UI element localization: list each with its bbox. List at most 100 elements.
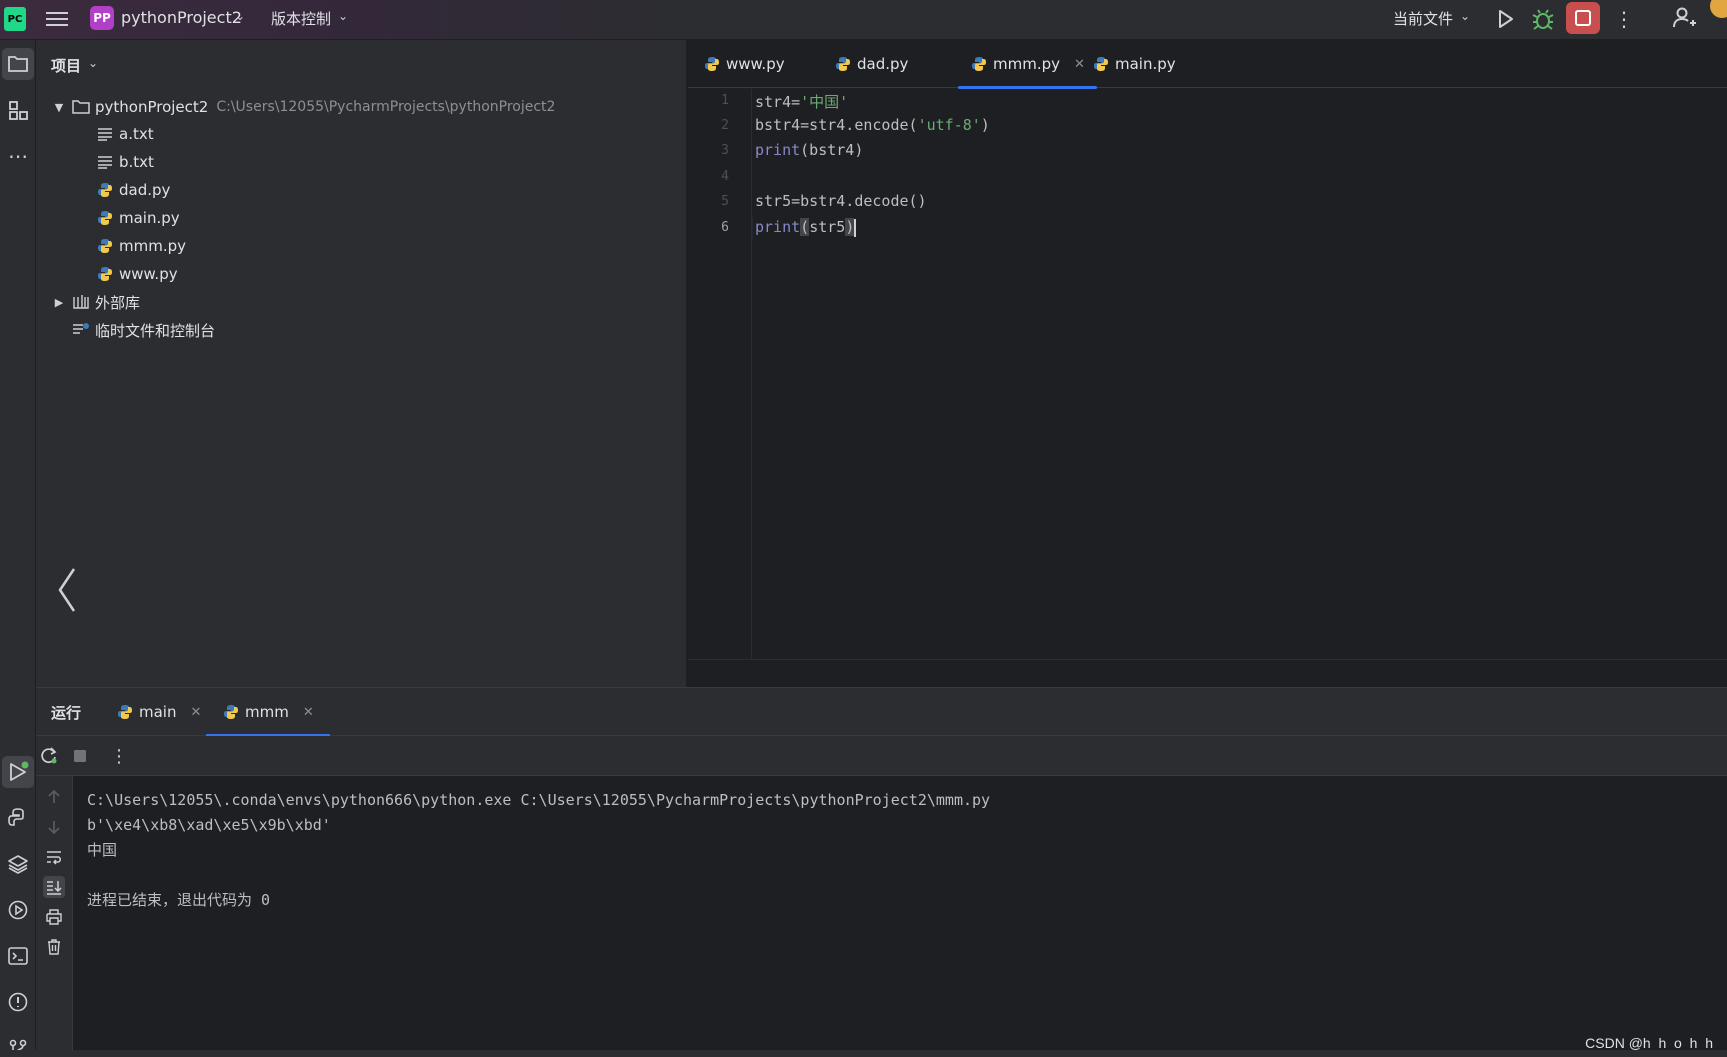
text-caret (854, 218, 857, 237)
tree-item-file[interactable]: dad.py (96, 177, 170, 203)
tab-label: www.py (726, 55, 785, 73)
vcs-dropdown[interactable]: 版本控制 (271, 8, 331, 29)
file-name: www.py (119, 265, 178, 283)
run-tab-bar: 运行 main ✕ mmm ✕ (36, 688, 1727, 737)
external-libs-label: 外部库 (95, 293, 141, 312)
tree-item-file[interactable]: b.txt (96, 149, 154, 175)
chevron-down-icon[interactable]: ⌄ (338, 9, 348, 23)
tree-item-file[interactable]: main.py (96, 205, 180, 231)
code-editor[interactable]: str4='中国' bstr4=str4.encode('utf-8') pri… (753, 89, 1727, 659)
line-number: 5 (721, 194, 729, 209)
arrow-down-icon[interactable] (43, 816, 65, 838)
run-button[interactable] (1492, 6, 1518, 32)
project-tool-icon[interactable] (2, 48, 34, 80)
file-name: a.txt (119, 125, 154, 143)
project-badge[interactable]: PP (90, 6, 114, 30)
project-panel-title[interactable]: 项目 (51, 55, 81, 76)
structure-tool-icon[interactable] (2, 94, 34, 126)
file-name: b.txt (119, 153, 154, 171)
rerun-icon[interactable] (39, 746, 59, 766)
add-user-icon (1673, 7, 1696, 28)
run-tab-mmm[interactable]: mmm ✕ (206, 688, 330, 737)
project-root-name: pythonProject2 (95, 98, 209, 116)
chevron-right-icon[interactable]: ▶ (52, 296, 66, 309)
editor-gutter[interactable]: 1 2 3 4 5 6 (688, 89, 752, 659)
python-file-icon (1092, 55, 1110, 73)
title-bar: PC PP pythonProject2 ⌄ 版本控制 ⌄ 当前文件 ⌄ ⋮ (0, 0, 1727, 40)
problems-tool-icon[interactable] (2, 986, 34, 1018)
chevron-down-icon[interactable]: ⌄ (1460, 9, 1470, 23)
stop-run-icon[interactable] (70, 746, 90, 766)
debug-button[interactable] (1530, 6, 1556, 32)
close-icon[interactable]: ✕ (190, 705, 201, 720)
code-line: print(bstr4) (755, 141, 864, 159)
tab-main-py[interactable]: main.py (1092, 40, 1176, 88)
terminal-tool-icon[interactable] (2, 940, 34, 972)
python-run-icon (116, 703, 134, 721)
run-tool-icon[interactable] (2, 756, 34, 788)
project-root-path: C:\Users\12055\PycharmProjects\pythonPro… (216, 99, 556, 115)
library-icon (72, 293, 90, 311)
line-number: 1 (721, 93, 729, 108)
scroll-to-end-icon[interactable] (43, 876, 65, 898)
notification-avatar[interactable] (1710, 0, 1727, 18)
code-line: bstr4=str4.encode('utf-8') (755, 116, 990, 134)
console-line: 中国 (87, 841, 118, 859)
tab-label: main.py (1115, 55, 1176, 73)
layers-tool-icon[interactable] (2, 848, 34, 880)
close-icon[interactable]: ✕ (1074, 57, 1085, 72)
run-tab-label: main (139, 703, 177, 721)
run-tab-main[interactable]: main ✕ (116, 688, 201, 736)
editor-bottom-strip (688, 659, 1727, 687)
python-file-icon (96, 237, 114, 255)
more-actions-icon[interactable]: ⋮ (1614, 6, 1634, 32)
tree-item-external-libraries[interactable]: ▶ 外部库 (52, 289, 140, 315)
run-config-dropdown[interactable]: 当前文件 (1393, 8, 1453, 29)
python-run-icon (222, 703, 240, 721)
run-tab-label: mmm (245, 703, 289, 721)
tree-item-file[interactable]: www.py (96, 261, 178, 287)
file-name: main.py (119, 209, 180, 227)
console-output[interactable]: C:\Users\12055\.conda\envs\python666\pyt… (87, 788, 1707, 913)
tab-dad-py[interactable]: dad.py (834, 40, 908, 88)
tree-root-project[interactable]: ▼ pythonProject2 C:\Users\12055\PycharmP… (52, 94, 556, 120)
more-actions-icon[interactable]: ⋮ (109, 746, 129, 767)
tree-item-file[interactable]: mmm.py (96, 233, 186, 259)
chevron-left-icon[interactable] (54, 565, 80, 615)
chevron-down-icon[interactable]: ⌄ (235, 9, 245, 23)
chevron-down-icon[interactable]: ⌄ (88, 56, 98, 70)
close-icon[interactable]: ✕ (303, 705, 314, 720)
tree-item-scratches[interactable]: 临时文件和控制台 (72, 317, 215, 343)
line-number: 4 (721, 169, 729, 184)
tab-label: mmm.py (993, 55, 1061, 73)
main-menu-icon[interactable] (46, 8, 68, 30)
folder-icon (72, 98, 90, 116)
file-name: dad.py (119, 181, 171, 199)
console-side-toolbar (36, 776, 73, 1057)
code-with-me-button[interactable] (1670, 4, 1698, 32)
services-tool-icon[interactable] (2, 894, 34, 926)
arrow-up-icon[interactable] (43, 786, 65, 808)
print-icon[interactable] (43, 906, 65, 928)
python-file-icon (834, 55, 852, 73)
trash-icon[interactable] (43, 936, 65, 958)
soft-wrap-icon[interactable] (43, 846, 65, 868)
file-name: mmm.py (119, 237, 187, 255)
tree-item-file[interactable]: a.txt (96, 121, 154, 147)
tab-www-py[interactable]: www.py (703, 40, 785, 88)
tab-mmm-py[interactable]: mmm.py ✕ (958, 40, 1097, 89)
watermark: CSDN @h_h_o_h_h (1585, 1035, 1713, 1051)
more-tools-icon[interactable]: ⋯ (2, 140, 34, 172)
chevron-down-icon[interactable]: ▼ (52, 101, 66, 114)
project-name-dropdown[interactable]: pythonProject2 (121, 8, 242, 27)
code-line: str4='中国' (755, 93, 849, 111)
line-number: 2 (721, 118, 729, 133)
python-console-icon[interactable] (2, 802, 34, 834)
python-file-icon (96, 209, 114, 227)
play-icon (1499, 10, 1513, 28)
stop-button[interactable] (1566, 2, 1600, 34)
status-bar (0, 1050, 1727, 1057)
run-toolbar: ⋮ (36, 736, 1727, 776)
console-line: b'\xe4\xb8\xad\xe5\x9b\xbd' (87, 816, 331, 834)
